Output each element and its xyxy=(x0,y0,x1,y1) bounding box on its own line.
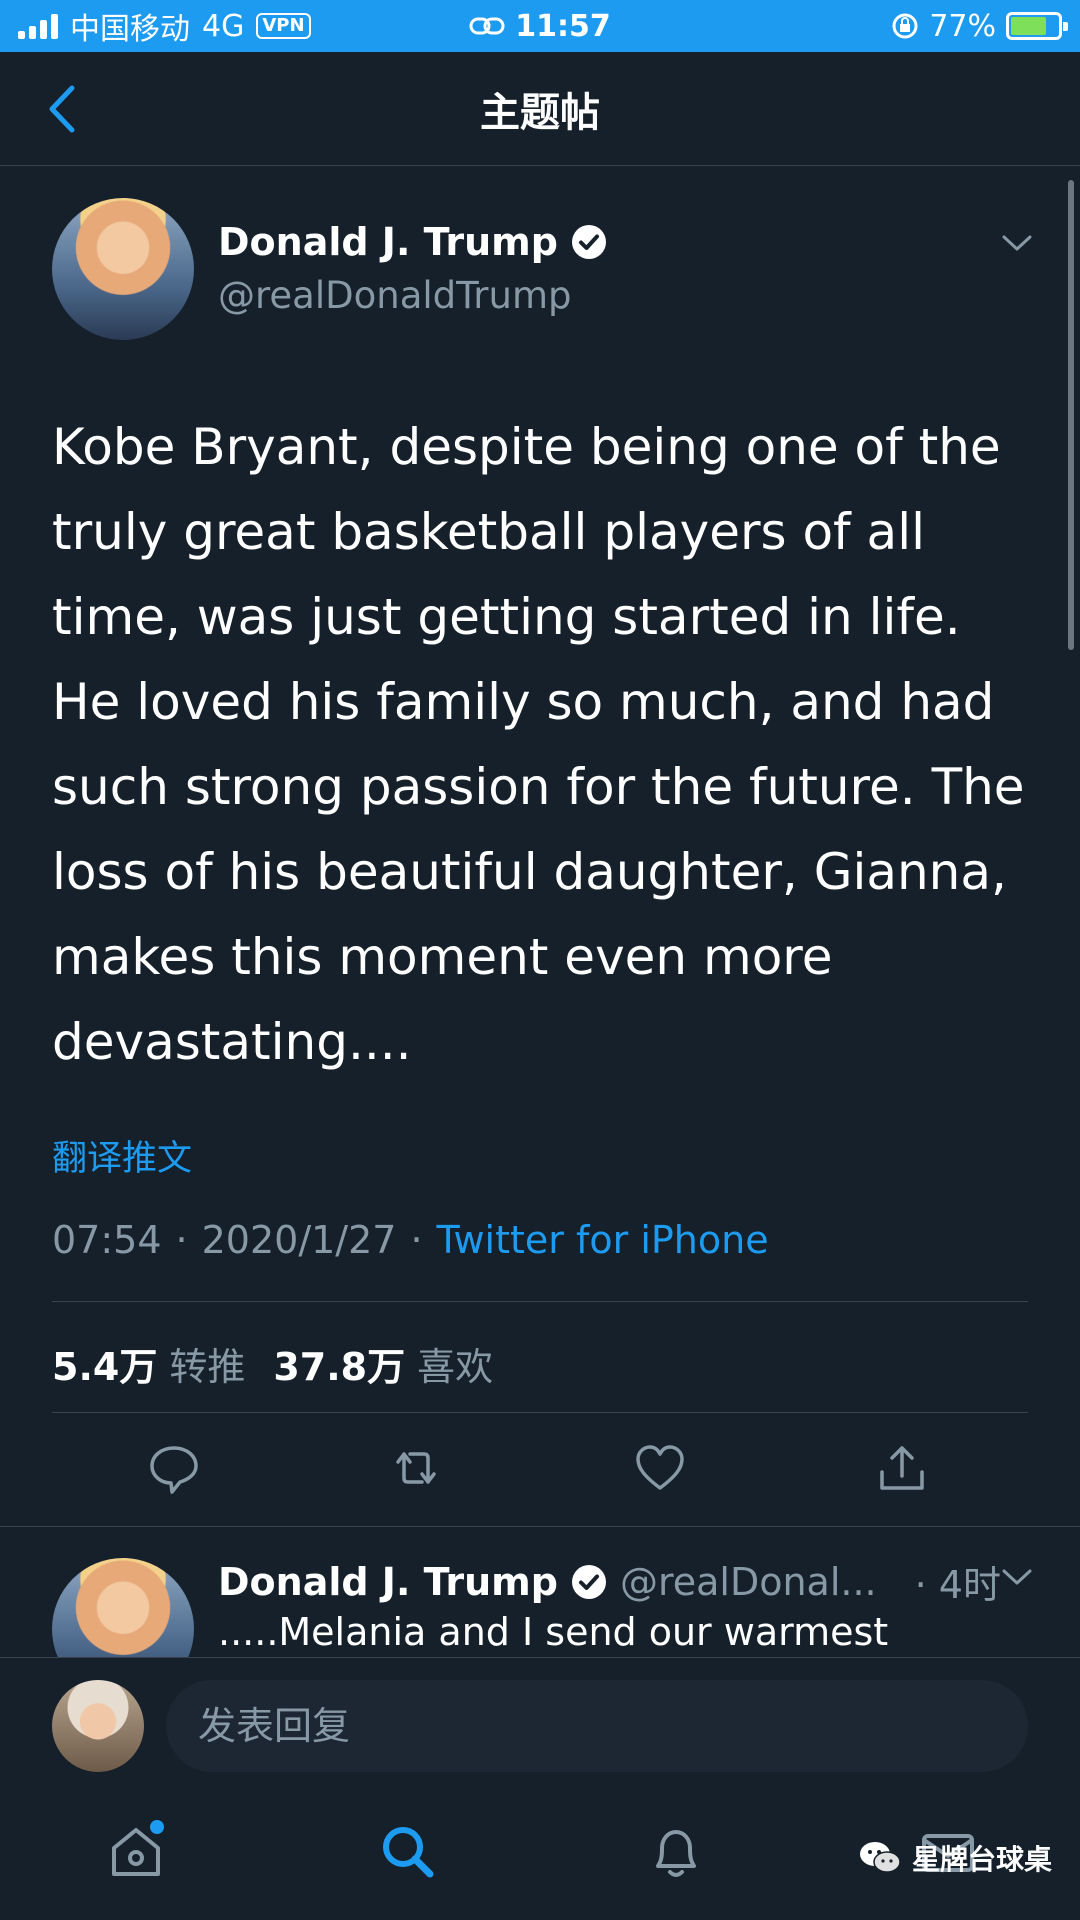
watermark-text: 星牌台球桌 xyxy=(912,1843,1053,1876)
my-avatar[interactable] xyxy=(52,1680,144,1772)
tweet-actions xyxy=(0,1440,1080,1500)
page-title: 主题帖 xyxy=(480,89,600,136)
tweet-time: 07:54 xyxy=(52,1218,162,1262)
chevron-down-icon[interactable] xyxy=(1000,232,1034,254)
divider xyxy=(52,1412,1028,1413)
tweet-source-link[interactable]: Twitter for iPhone xyxy=(437,1218,769,1262)
divider xyxy=(0,1526,1080,1527)
back-arrow-icon[interactable] xyxy=(40,82,84,136)
tweet-date: 2020/1/27 xyxy=(201,1218,397,1262)
watermark: 星牌台球桌 xyxy=(858,1838,1052,1878)
author-name: Donald J. Trump xyxy=(218,220,558,264)
rotation-lock-icon xyxy=(892,13,918,39)
reply-header[interactable]: Donald J. Trump @realDonal... · 4时 xyxy=(218,1554,1001,1609)
author-handle[interactable]: @realDonaldTrump xyxy=(218,274,572,317)
retweet-icon[interactable] xyxy=(388,1440,444,1496)
scrollbar[interactable] xyxy=(1068,180,1074,650)
tweet-meta: 07:54 · 2020/1/27 · Twitter for iPhone xyxy=(52,1218,769,1262)
reply-text[interactable]: .....Melania and I send our warmest xyxy=(218,1610,888,1654)
author-avatar[interactable] xyxy=(52,198,194,340)
wechat-icon xyxy=(860,1842,901,1873)
vpn-badge: VPN xyxy=(256,13,311,39)
like-label[interactable]: 喜欢 xyxy=(417,1336,493,1391)
signal-icon xyxy=(18,13,58,39)
meta-dot: · xyxy=(410,1218,423,1262)
divider xyxy=(52,1301,1028,1302)
tweet-stats: 5.4万 转推 37.8万 喜欢 xyxy=(52,1336,509,1391)
verified-badge-icon xyxy=(571,225,606,259)
battery-fill xyxy=(1011,17,1046,35)
chevron-down-icon[interactable] xyxy=(1000,1566,1034,1588)
notifications-bell-icon[interactable] xyxy=(644,1820,708,1884)
nav-header: 主题帖 xyxy=(0,52,1080,166)
carrier-label: 中国移动 xyxy=(70,12,190,47)
network-label: 4G xyxy=(202,8,245,44)
author-name-row[interactable]: Donald J. Trump xyxy=(218,220,608,264)
share-icon[interactable] xyxy=(874,1440,930,1496)
reply-author-handle: @realDonal... xyxy=(619,1559,877,1604)
thread-screen: 中国移动 4G VPN 11:57 77% 主题帖 Donald J. Trum… xyxy=(0,0,1080,1920)
tweet-text: Kobe Bryant, despite being one of the tr… xyxy=(52,418,1025,1071)
translate-tweet-link[interactable]: 翻译推文 xyxy=(52,1130,192,1181)
reply-time: · 4时 xyxy=(914,1563,1001,1607)
status-time: 11:57 xyxy=(515,8,611,44)
like-heart-icon[interactable] xyxy=(632,1440,688,1496)
verified-badge-icon xyxy=(571,1564,606,1599)
retweet-label[interactable]: 转推 xyxy=(169,1336,245,1391)
status-bar: 中国移动 4G VPN 11:57 77% xyxy=(0,0,1080,52)
search-icon[interactable] xyxy=(376,1820,440,1884)
like-count[interactable]: 37.8万 xyxy=(273,1336,405,1391)
compose-bar xyxy=(0,1657,1080,1790)
battery-icon xyxy=(1006,12,1068,40)
battery-percent: 77% xyxy=(929,8,996,44)
retweet-count[interactable]: 5.4万 xyxy=(52,1336,157,1391)
home-notification-dot xyxy=(150,1820,164,1834)
reply-input[interactable] xyxy=(166,1680,1028,1772)
reply-icon[interactable] xyxy=(146,1440,202,1496)
link-icon xyxy=(469,17,505,35)
reply-author-name: Donald J. Trump xyxy=(218,1559,558,1604)
meta-dot: · xyxy=(175,1218,188,1262)
